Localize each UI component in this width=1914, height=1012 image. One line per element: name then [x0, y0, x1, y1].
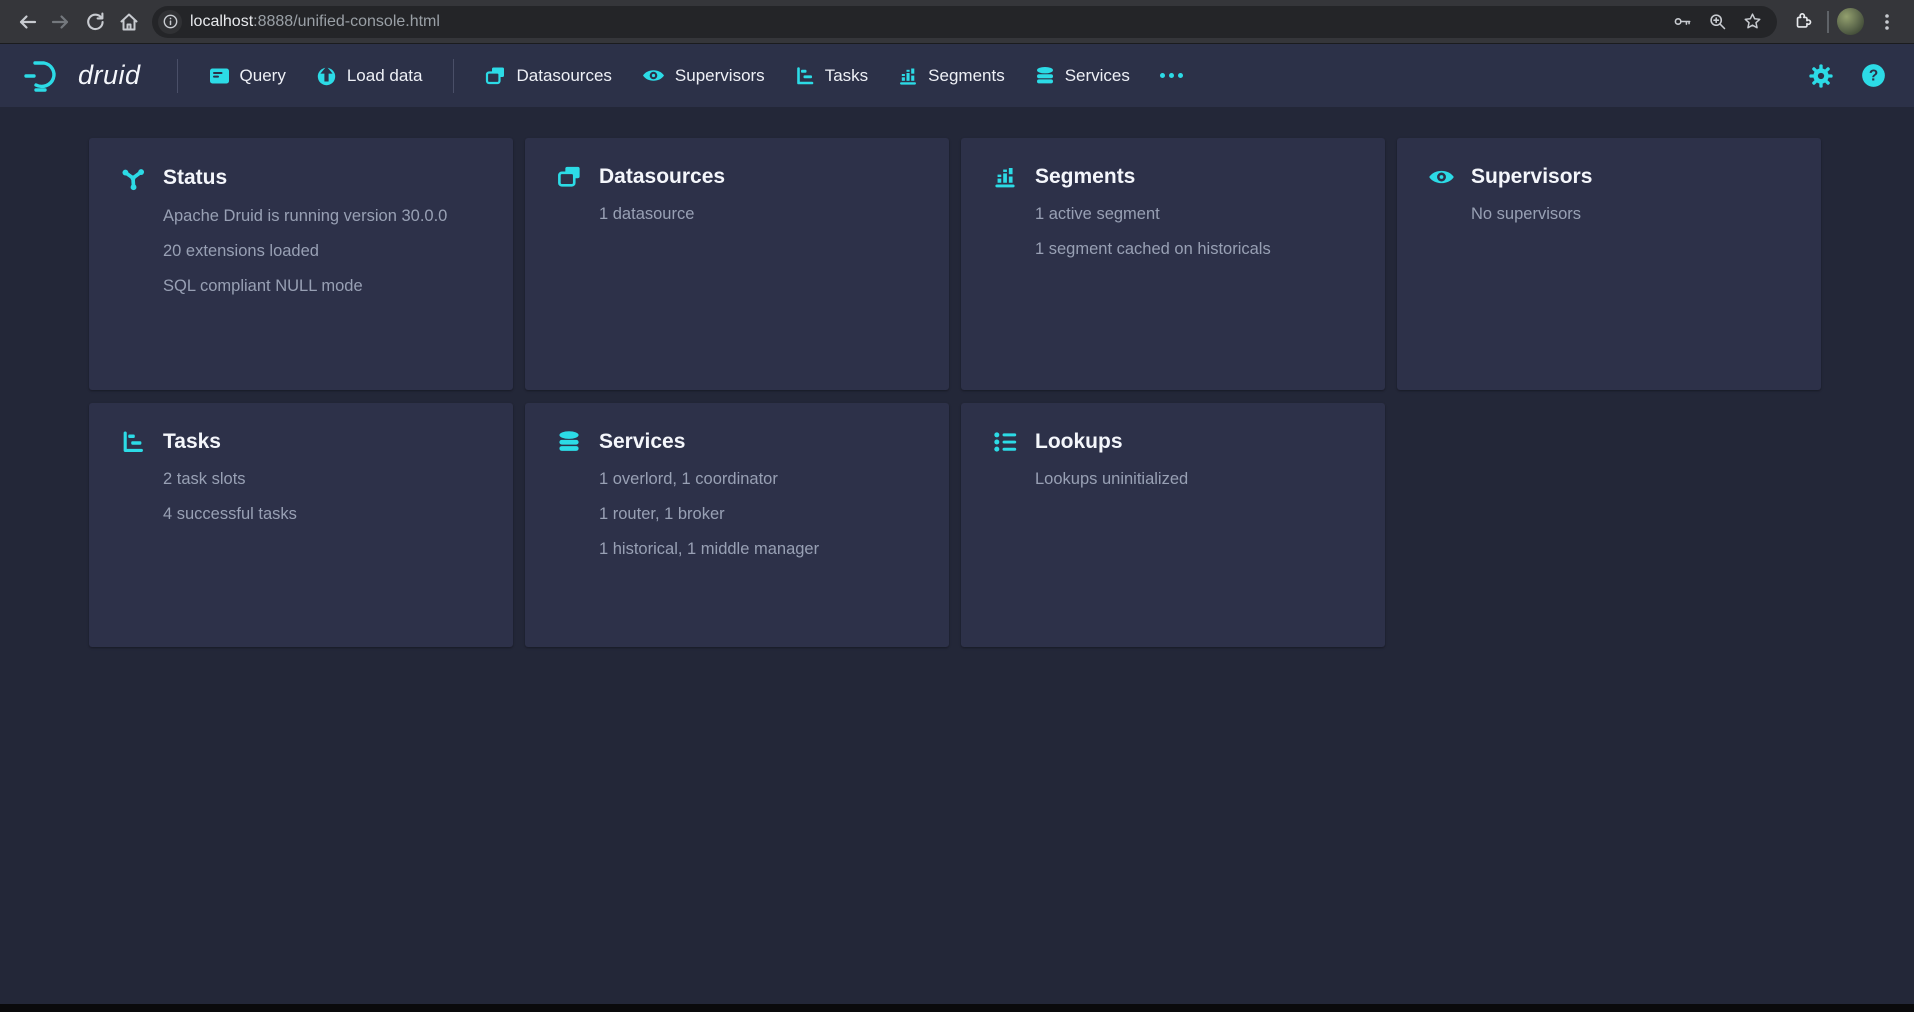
upload-icon [316, 65, 337, 86]
url-bar[interactable]: localhost:8888/unified-console.html [152, 6, 1777, 38]
card-line: SQL compliant NULL mode [163, 277, 483, 296]
browser-menu-button[interactable] [1870, 5, 1904, 39]
card-title: Tasks [163, 430, 221, 454]
datasources-icon [555, 165, 583, 189]
card-line: 1 historical, 1 middle manager [599, 540, 919, 559]
eye-icon [1427, 167, 1455, 187]
segments-card[interactable]: Segments 1 active segment 1 segment cach… [961, 138, 1385, 390]
ellipsis-icon [1160, 73, 1183, 78]
status-card[interactable]: Status Apache Druid is running version 3… [89, 138, 513, 390]
card-line: 4 successful tasks [163, 505, 483, 524]
help-button[interactable]: ? [1854, 57, 1892, 95]
card-line: 1 datasource [599, 205, 919, 224]
druid-header: druid Query Load data Datasources Superv… [0, 44, 1914, 107]
nav-item-services[interactable]: Services [1020, 44, 1145, 107]
datasources-icon [485, 66, 506, 86]
extensions-button[interactable] [1785, 5, 1819, 39]
settings-button[interactable] [1802, 57, 1840, 95]
help-icon: ? [1861, 63, 1886, 88]
card-title: Lookups [1035, 430, 1123, 454]
card-title: Status [163, 166, 227, 190]
nav-item-label: Segments [928, 66, 1005, 86]
url-text[interactable]: localhost:8888/unified-console.html [190, 13, 1672, 31]
kebab-menu-icon [1877, 12, 1897, 32]
druid-logo-icon [22, 58, 68, 94]
home-button[interactable] [112, 5, 146, 39]
home-icon [118, 11, 140, 33]
segments-chart-icon [898, 66, 918, 86]
tasks-gantt-icon [119, 430, 147, 454]
nav-item-label: Services [1065, 66, 1130, 86]
card-line: 2 task slots [163, 470, 483, 489]
nav-item-label: Datasources [516, 66, 611, 86]
query-console-icon [209, 66, 230, 86]
card-title: Supervisors [1471, 165, 1592, 189]
svg-text:?: ? [1868, 68, 1877, 85]
lookups-card[interactable]: Lookups Lookups uninitialized [961, 403, 1385, 647]
nav-more-button[interactable] [1145, 44, 1198, 107]
url-path: :8888/unified-console.html [253, 13, 440, 30]
tasks-card[interactable]: Tasks 2 task slots 4 successful tasks [89, 403, 513, 647]
card-title: Datasources [599, 165, 725, 189]
home-view: Status Apache Druid is running version 3… [0, 107, 1914, 647]
status-icon [119, 165, 147, 191]
window-bottom-edge [0, 1004, 1914, 1012]
reload-button[interactable] [78, 5, 112, 39]
back-button[interactable] [10, 5, 44, 39]
card-title: Services [599, 430, 685, 454]
card-line: 1 segment cached on historicals [1035, 240, 1355, 259]
supervisors-card[interactable]: Supervisors No supervisors [1397, 138, 1821, 390]
toolbar-separator [1827, 11, 1829, 33]
url-host: localhost [190, 13, 253, 30]
datasources-card[interactable]: Datasources 1 datasource [525, 138, 949, 390]
card-line: 1 active segment [1035, 205, 1355, 224]
eye-icon [642, 67, 665, 84]
card-line: 1 router, 1 broker [599, 505, 919, 524]
info-icon [163, 14, 178, 29]
services-database-icon [555, 430, 583, 454]
tasks-gantt-icon [795, 66, 815, 86]
card-line: 1 overlord, 1 coordinator [599, 470, 919, 489]
services-database-icon [1035, 66, 1055, 86]
reload-icon [84, 11, 106, 33]
gear-icon [1809, 64, 1833, 88]
lookups-list-icon [991, 430, 1019, 454]
nav-item-label: Supervisors [675, 66, 765, 86]
card-title: Segments [1035, 165, 1135, 189]
nav-item-tasks[interactable]: Tasks [780, 44, 883, 107]
forward-icon [50, 11, 72, 33]
nav-item-query[interactable]: Query [194, 44, 301, 107]
nav-divider [177, 59, 178, 93]
profile-avatar[interactable] [1837, 8, 1864, 35]
nav-item-label: Query [240, 66, 286, 86]
card-line: No supervisors [1471, 205, 1791, 224]
nav-item-supervisors[interactable]: Supervisors [627, 44, 780, 107]
card-line: Lookups uninitialized [1035, 470, 1355, 489]
nav-item-load-data[interactable]: Load data [301, 44, 438, 107]
druid-brand-text: druid [78, 60, 141, 91]
card-line: Apache Druid is running version 30.0.0 [163, 207, 483, 226]
browser-toolbar: localhost:8888/unified-console.html [0, 0, 1914, 44]
nav-item-label: Tasks [825, 66, 868, 86]
zoom-icon[interactable] [1707, 11, 1728, 32]
druid-logo[interactable]: druid [22, 58, 141, 94]
segments-chart-icon [991, 165, 1019, 189]
nav-item-label: Load data [347, 66, 423, 86]
nav-divider [453, 59, 454, 93]
nav-item-datasources[interactable]: Datasources [470, 44, 626, 107]
nav-item-segments[interactable]: Segments [883, 44, 1020, 107]
puzzle-icon [1791, 11, 1813, 33]
card-line: 20 extensions loaded [163, 242, 483, 261]
back-icon [16, 11, 38, 33]
site-info-button[interactable] [158, 10, 182, 34]
forward-button[interactable] [44, 5, 78, 39]
services-card[interactable]: Services 1 overlord, 1 coordinator 1 rou… [525, 403, 949, 647]
password-key-icon[interactable] [1672, 11, 1693, 32]
bookmark-star-icon[interactable] [1742, 11, 1763, 32]
